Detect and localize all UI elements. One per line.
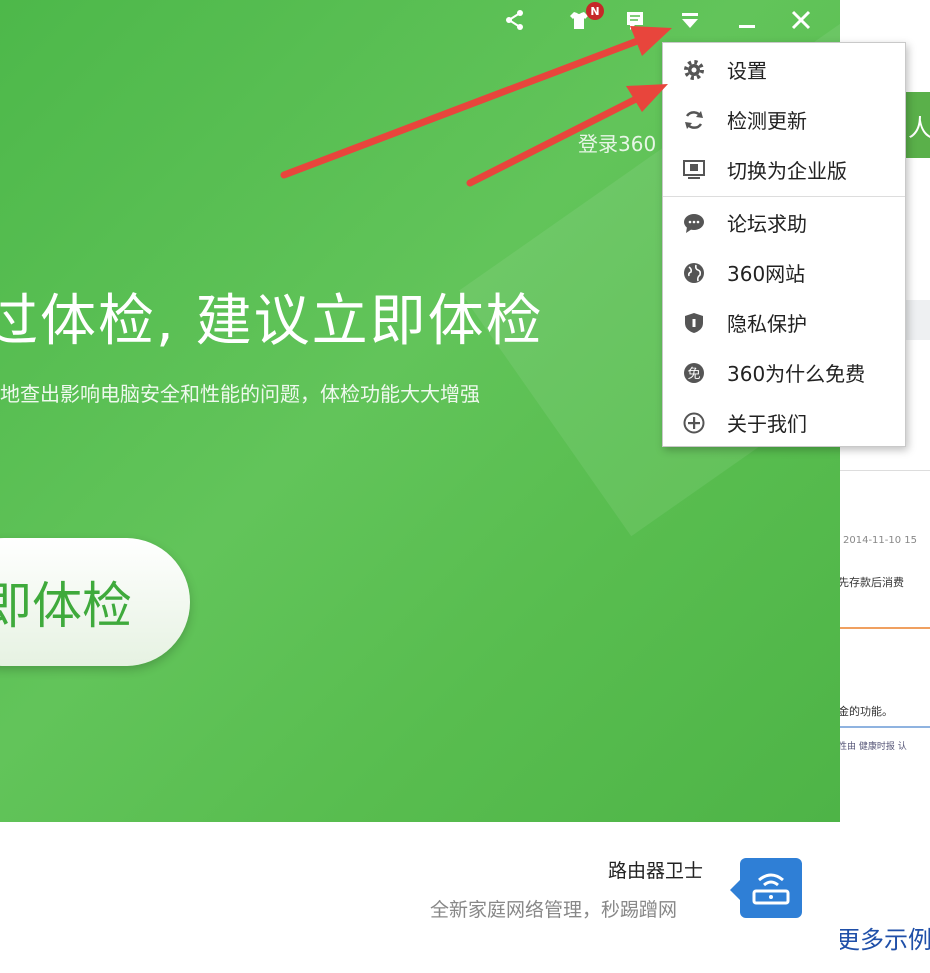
free-icon: 免: [684, 363, 704, 383]
skin-button[interactable]: N: [564, 2, 604, 34]
background-text-1: 先存款后消费: [838, 576, 904, 589]
close-icon: [791, 10, 811, 30]
notification-badge-text: N: [590, 4, 600, 18]
router-icon-notch: [730, 880, 740, 900]
gear-icon: [684, 60, 704, 80]
menu-item-label: 关于我们: [727, 411, 807, 436]
menu-dropdown-button[interactable]: [675, 6, 705, 34]
router-guard-subtitle: 全新家庭网络管理，秒踢蹭网: [430, 899, 678, 921]
chat-bubble-icon: [684, 214, 704, 233]
svg-text:免: 免: [687, 367, 700, 382]
menu-item-label: 360为什么免费: [727, 361, 866, 386]
refresh-icon: [685, 111, 703, 129]
globe-icon: [684, 263, 704, 283]
router-icon: [752, 873, 790, 905]
background-header-char: 人: [908, 114, 930, 142]
login-link[interactable]: 登录360: [578, 128, 656, 157]
shield-icon: [685, 313, 703, 333]
minimize-icon: [739, 25, 755, 28]
menu-item-privacy[interactable]: 隐私保护: [663, 300, 905, 344]
share-button[interactable]: [500, 6, 530, 34]
menu-item-label: 检测更新: [727, 108, 807, 133]
background-text-3: 性由 健康时报 认: [838, 742, 907, 752]
menu-item-label: 切换为企业版: [727, 158, 847, 183]
feedback-button[interactable]: [620, 6, 650, 34]
menu-item-switch-enterprise[interactable]: 切换为企业版: [663, 147, 905, 191]
menu-separator: [663, 196, 905, 197]
share-icon: [506, 10, 523, 30]
menu-item-360-website[interactable]: 360网站: [663, 250, 905, 294]
notification-badge: N: [586, 2, 604, 20]
plus-circle-icon: [683, 412, 705, 434]
background-more-link[interactable]: 更多示例: [836, 920, 930, 955]
router-guard-button[interactable]: [730, 858, 802, 918]
menu-item-check-update[interactable]: 检测更新: [663, 97, 905, 141]
menu-item-forum-help[interactable]: 论坛求助: [663, 200, 905, 244]
menu-down-icon: [682, 13, 698, 28]
start-checkup-label: 即体检: [0, 577, 132, 635]
monitor-icon: [683, 160, 705, 179]
start-checkup-button[interactable]: 即体检: [0, 538, 190, 666]
menu-item-label: 隐私保护: [727, 311, 807, 336]
menu-item-label: 设置: [727, 58, 767, 83]
background-divider-blue: [838, 726, 930, 728]
background-date: 2014-11-10 15: [843, 535, 918, 546]
menu-item-label: 论坛求助: [727, 211, 807, 236]
title-bar: N: [480, 0, 840, 40]
menu-item-settings[interactable]: 设置: [663, 47, 905, 91]
main-dropdown-menu: 设置 检测更新 切换为企业版 论坛求助 360网站 隐私保护 免 360为什么免…: [662, 42, 906, 447]
message-icon: [627, 12, 643, 30]
menu-item-about-us[interactable]: 关于我们: [663, 400, 905, 444]
background-divider-orange: [838, 627, 930, 629]
router-guard-title[interactable]: 路由器卫士: [608, 856, 703, 883]
hero-headline: 过体检, 建议立即体检: [0, 289, 544, 354]
menu-item-label: 360网站: [727, 261, 806, 286]
hero-subline: 地查出影响电脑安全和性能的问题，体检功能大大增强: [0, 382, 480, 406]
close-button[interactable]: [786, 6, 816, 34]
menu-item-why-free[interactable]: 免 360为什么免费: [663, 350, 905, 394]
background-text-2: 金的功能。: [838, 705, 893, 718]
minimize-button[interactable]: [732, 6, 762, 34]
